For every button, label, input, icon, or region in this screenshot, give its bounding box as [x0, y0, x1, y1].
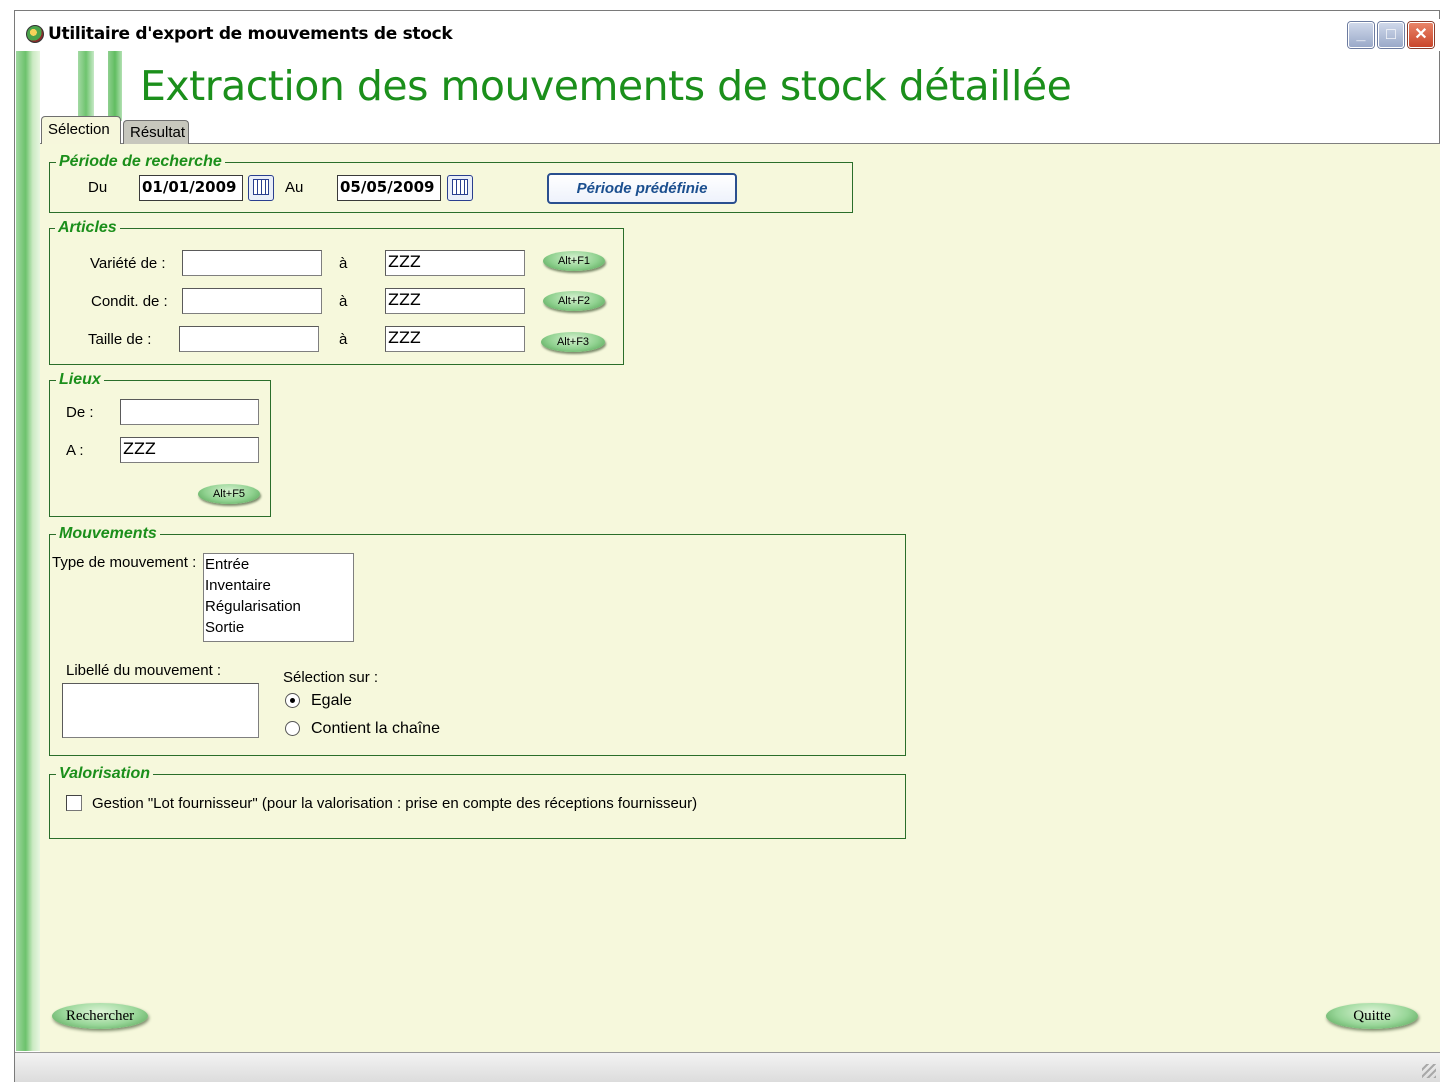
date-from-field[interactable]: 01/01/2009 [139, 175, 243, 201]
window-title: Utilitaire d'export de mouvements de sto… [48, 24, 453, 44]
radio-egale[interactable] [285, 693, 300, 708]
calendar-icon [452, 179, 468, 195]
left-decoration [16, 51, 40, 1051]
libelle-label: Libellé du mouvement : [66, 662, 222, 679]
list-item[interactable]: Entrée [205, 554, 249, 575]
condit-to-input[interactable]: ZZZ [385, 288, 525, 314]
lieux-to-input[interactable]: ZZZ [120, 437, 259, 463]
condit-label: Condit. de : [91, 293, 168, 310]
maximize-icon: □ [1386, 26, 1396, 43]
periode-predefinie-button[interactable]: Période prédéfinie [547, 173, 737, 204]
lot-fournisseur-checkbox[interactable] [66, 795, 82, 811]
libelle-input[interactable] [62, 683, 259, 738]
radio-contient-label[interactable]: Contient la chaîne [311, 720, 440, 738]
variete-lookup-button[interactable]: Alt+F1 [543, 251, 605, 271]
rechercher-button[interactable]: Rechercher [52, 1003, 148, 1029]
app-icon [26, 25, 44, 43]
radio-contient[interactable] [285, 721, 300, 736]
page-title: Extraction des mouvements de stock détai… [140, 62, 1072, 110]
au-label: Au [285, 179, 304, 196]
range-separator: à [339, 293, 348, 310]
condit-lookup-button[interactable]: Alt+F2 [543, 291, 605, 311]
lieux-lookup-button[interactable]: Alt+F5 [198, 484, 260, 504]
tab-resultat[interactable]: Résultat [123, 120, 189, 144]
calendar-from-button[interactable] [248, 175, 274, 201]
selection-sur-label: Sélection sur : [283, 669, 379, 686]
calendar-icon [253, 179, 269, 195]
taille-label: Taille de : [88, 331, 152, 348]
minimize-button[interactable]: _ [1348, 22, 1374, 48]
articles-legend: Articles [55, 219, 120, 237]
range-separator: à [339, 255, 348, 272]
taille-lookup-button[interactable]: Alt+F3 [541, 332, 605, 352]
list-item[interactable]: Régularisation [205, 596, 301, 617]
resize-grip-icon[interactable] [1422, 1064, 1436, 1078]
valorisation-legend: Valorisation [56, 765, 153, 783]
type-mouvement-list[interactable]: Entrée Inventaire Régularisation Sortie [203, 553, 354, 642]
periode-legend: Période de recherche [56, 153, 225, 171]
range-separator: à [339, 331, 348, 348]
close-icon: ✕ [1414, 26, 1428, 43]
tab-selection[interactable]: Sélection [41, 116, 121, 144]
status-bar [15, 1052, 1440, 1082]
condit-from-input[interactable] [182, 288, 322, 314]
calendar-to-button[interactable] [447, 175, 473, 201]
lieux-de-label: De : [66, 404, 94, 421]
lot-fournisseur-label[interactable]: Gestion "Lot fournisseur" (pour la valor… [92, 795, 697, 812]
list-item[interactable]: Sortie [205, 617, 244, 638]
close-button[interactable]: ✕ [1408, 22, 1434, 48]
minimize-icon: _ [1356, 26, 1366, 43]
lieux-a-label: A : [66, 442, 84, 459]
du-label: Du [88, 179, 108, 196]
mouvements-legend: Mouvements [56, 525, 160, 543]
quit-button[interactable]: Quitte [1326, 1003, 1418, 1029]
maximize-button[interactable]: □ [1378, 22, 1404, 48]
list-item[interactable]: Inventaire [205, 575, 271, 596]
header-decoration [78, 51, 94, 121]
taille-to-input[interactable]: ZZZ [385, 326, 525, 352]
lieux-from-input[interactable] [120, 399, 259, 425]
variete-to-input[interactable]: ZZZ [385, 250, 525, 276]
header-decoration [108, 51, 122, 121]
radio-egale-label[interactable]: Egale [311, 692, 352, 710]
variete-label: Variété de : [90, 255, 166, 272]
type-mouvement-label: Type de mouvement : [52, 554, 197, 571]
taille-from-input[interactable] [179, 326, 319, 352]
variete-from-input[interactable] [182, 250, 322, 276]
lieux-legend: Lieux [56, 371, 104, 389]
date-to-field[interactable]: 05/05/2009 [337, 175, 441, 201]
